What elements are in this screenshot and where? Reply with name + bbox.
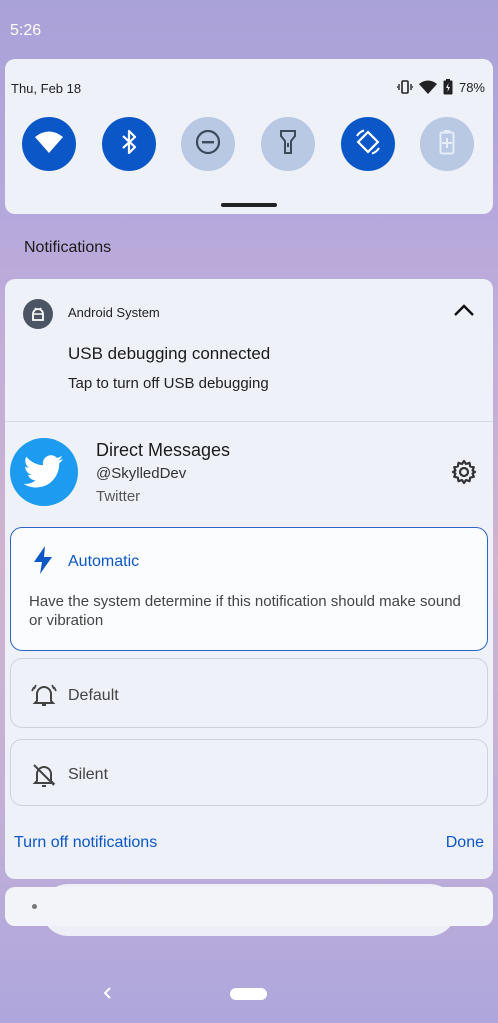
- battery-saver-icon: [439, 129, 455, 160]
- vibrate-icon: [396, 80, 413, 94]
- tile-flashlight[interactable]: [261, 117, 315, 171]
- notification-card: Android System USB debugging connected T…: [5, 279, 493, 879]
- tile-battery-saver[interactable]: [420, 117, 474, 171]
- do-not-disturb-icon: [195, 129, 221, 160]
- auto-rotate-icon: [354, 128, 382, 161]
- home-pill[interactable]: [230, 988, 267, 1000]
- option-automatic-description: Have the system determine if this notifi…: [29, 593, 461, 629]
- notification-dot: [32, 904, 37, 909]
- option-automatic-label: Automatic: [68, 553, 140, 570]
- twitter-app-icon: [10, 438, 78, 506]
- chevron-up-icon[interactable]: [453, 303, 475, 322]
- option-automatic[interactable]: Automatic Have the system determine if t…: [10, 527, 488, 651]
- channel-handle: @SkylledDev: [96, 465, 187, 482]
- bell-off-icon: [31, 762, 57, 793]
- channel-app-name: Twitter: [96, 488, 141, 505]
- wifi-icon: [35, 131, 63, 158]
- flashlight-icon: [280, 129, 296, 160]
- qs-status-icons: 78%: [396, 79, 485, 95]
- battery-percent: 78%: [458, 79, 485, 95]
- turn-off-notifications-button[interactable]: Turn off notifications: [14, 834, 157, 852]
- option-default[interactable]: Default: [10, 658, 488, 728]
- gear-icon[interactable]: [451, 459, 477, 490]
- option-default-label: Default: [68, 687, 119, 704]
- done-button[interactable]: Done: [446, 834, 484, 852]
- collapsed-notification[interactable]: [5, 887, 493, 926]
- tile-do-not-disturb[interactable]: [181, 117, 235, 171]
- divider: [5, 421, 493, 422]
- qs-drag-handle[interactable]: [221, 203, 277, 207]
- channel-title: Direct Messages: [96, 440, 231, 460]
- status-time: 5:26: [10, 22, 42, 39]
- quick-settings-panel: Thu, Feb 18 78%: [5, 59, 493, 214]
- battery-icon: [443, 79, 453, 95]
- wifi-signal-icon: [418, 80, 437, 94]
- back-chevron-icon[interactable]: [101, 985, 113, 1006]
- usb-notification-title[interactable]: USB debugging connected: [68, 344, 270, 364]
- usb-notification-text[interactable]: Tap to turn off USB debugging: [68, 375, 269, 392]
- lightning-bolt-icon: [31, 545, 55, 580]
- tile-auto-rotate[interactable]: [341, 117, 395, 171]
- tile-bluetooth[interactable]: [102, 117, 156, 171]
- notifications-header: Notifications: [24, 239, 112, 256]
- option-silent-label: Silent: [68, 766, 109, 783]
- option-silent[interactable]: Silent: [10, 739, 488, 806]
- bluetooth-icon: [121, 129, 137, 159]
- qs-date[interactable]: Thu, Feb 18: [11, 81, 81, 96]
- alert-bell-icon: [31, 683, 57, 712]
- system-app-name: Android System: [68, 305, 160, 320]
- tile-wifi[interactable]: [22, 117, 76, 171]
- android-system-icon: [23, 299, 53, 329]
